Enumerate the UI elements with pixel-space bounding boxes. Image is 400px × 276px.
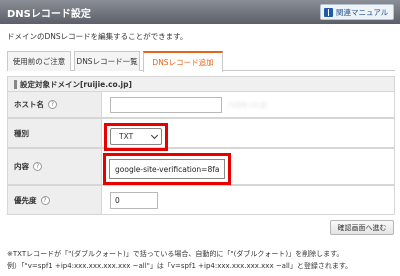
host-label-cell: ホスト名 ? [8,92,102,117]
content-input[interactable]: google-site-verification=8fa [109,159,225,179]
content-label: 内容 [14,162,29,171]
help-icon[interactable]: ? [40,195,50,205]
chevron-down-icon [150,131,159,139]
txt-note: ※TXTレコードが「"(ダブルクォート)」で括っている場合、自動的に「"(ダブル… [7,250,344,258]
tab-bar: 使用前のご注意 DNSレコード一覧 DNSレコード追加 [7,51,395,72]
page-title: DNSレコード設定 [7,9,91,20]
txt-example: 例）「"v=spf1 +ip4:xxx.xxx.xxx.xxx ~all"」は「… [7,262,353,270]
host-label: ホスト名 [14,100,44,109]
confirm-button[interactable]: 確認画面へ進む [330,220,394,235]
section-marker [14,79,17,89]
type-label: 種別 [14,128,29,138]
type-row: 種別 [7,118,395,148]
target-domain-header: 設定対象ドメイン[ruijie.co.jp] [7,76,395,91]
content-label-cell: 内容 ? [8,149,102,184]
type-label-cell: 種別 [8,119,102,147]
page-header: DNSレコード設定 関連マニュアル [0,0,400,24]
type-select[interactable]: TXT [110,128,162,145]
dns-record-form: 設定対象ドメイン[ruijie.co.jp] ホスト名 ? .ruijie.co… [7,76,395,215]
priority-row: 優先度 ? 0 [7,185,395,215]
priority-label-cell: 優先度 ? [8,186,102,214]
related-manual-button[interactable]: 関連マニュアル [320,4,394,20]
tab-add-dns-record[interactable]: DNSレコード追加 [143,51,223,72]
tab-dns-record-list[interactable]: DNSレコード一覧 [74,51,140,71]
priority-label: 優先度 [14,195,37,205]
book-icon [324,7,333,17]
host-input[interactable] [110,97,222,113]
target-domain-label: 設定対象ドメイン[ruijie.co.jp] [20,79,132,89]
help-icon[interactable]: ? [48,100,57,109]
host-row: ホスト名 ? .ruijie.co.jp [7,91,395,118]
priority-input[interactable]: 0 [110,192,158,209]
related-manual-label: 関連マニュアル [336,7,389,17]
host-domain-suffix: .ruijie.co.jp [226,100,268,109]
page-description: ドメインのDNSレコードを編集することができます。 [7,32,188,41]
help-icon[interactable]: ? [33,162,42,171]
type-select-value: TXT [119,132,134,141]
tab-precautions[interactable]: 使用前のご注意 [7,51,71,71]
